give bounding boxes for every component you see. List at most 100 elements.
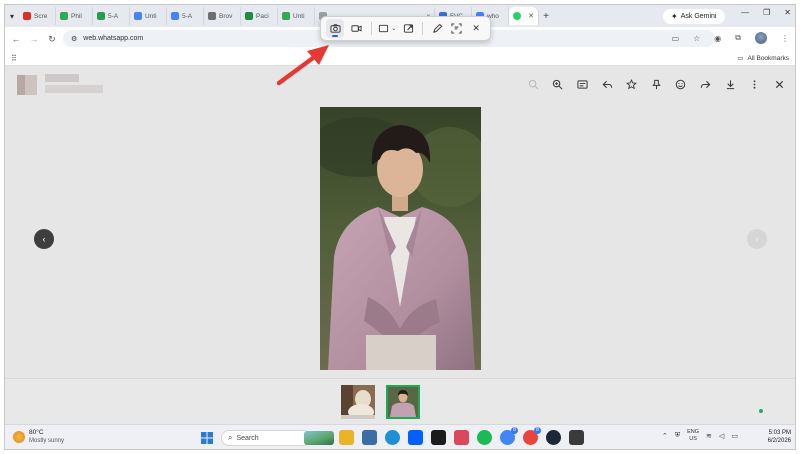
volume-icon[interactable]: ◁ bbox=[719, 432, 724, 440]
close-icon[interactable]: ✕ bbox=[467, 19, 485, 38]
taskbar: 80°C Mostly sunny ⌕ Search 8 8 ⌃ ⛨ ENG U… bbox=[5, 424, 795, 449]
paint-icon[interactable] bbox=[454, 430, 469, 445]
spotify-icon[interactable] bbox=[477, 430, 492, 445]
video-icon[interactable] bbox=[346, 19, 365, 38]
zoom-in-icon[interactable] bbox=[546, 76, 571, 92]
browser-tab[interactable]: 5-A bbox=[167, 7, 204, 25]
media-thumbnail[interactable] bbox=[341, 385, 375, 419]
tab-title: Brov bbox=[219, 12, 233, 20]
tab-favicon bbox=[23, 12, 31, 20]
clock-time: 5:03 PM bbox=[768, 430, 791, 436]
photo-portrait bbox=[320, 107, 481, 370]
chevron-up-icon[interactable]: ⌃ bbox=[662, 432, 668, 440]
browser-tab[interactable]: Unti bbox=[278, 7, 315, 25]
download-icon[interactable] bbox=[718, 76, 743, 92]
new-tab-button[interactable]: + bbox=[539, 11, 553, 22]
search-icon[interactable] bbox=[521, 76, 546, 92]
media-viewer: ‹ › bbox=[5, 66, 795, 378]
security-icon[interactable]: ⛨ bbox=[675, 432, 680, 440]
browser-tab[interactable]: Brov bbox=[204, 7, 241, 25]
forward-icon[interactable] bbox=[693, 76, 718, 92]
search-icon: ⌕ bbox=[228, 433, 233, 442]
notification-badge: 8 bbox=[511, 427, 518, 434]
forward-icon[interactable]: → bbox=[25, 34, 43, 44]
cast-icon[interactable]: ▭ bbox=[672, 34, 680, 43]
profile-avatar[interactable] bbox=[755, 32, 767, 44]
more-icon[interactable] bbox=[742, 76, 767, 92]
reply-icon[interactable] bbox=[595, 76, 620, 92]
windows-start-icon[interactable] bbox=[201, 432, 213, 444]
clock[interactable]: 5:03 PM 6/2/2026 bbox=[757, 429, 791, 445]
bookmarks-bar: ⠿ ▭ All Bookmarks bbox=[5, 51, 795, 66]
close-window-icon[interactable]: ✕ bbox=[784, 8, 791, 17]
chevron-right-icon: › bbox=[755, 234, 759, 244]
browser-tab-active[interactable]: ✕ bbox=[509, 7, 539, 25]
browser-menu-icon[interactable]: ⋮ bbox=[781, 34, 789, 43]
edge-icon[interactable] bbox=[385, 430, 400, 445]
minimize-icon[interactable]: — bbox=[741, 8, 749, 17]
taskbar-apps: 8 8 bbox=[339, 427, 584, 445]
address-text: web.whatsapp.com bbox=[83, 35, 144, 42]
close-viewer-icon[interactable] bbox=[767, 76, 792, 92]
caption-icon[interactable] bbox=[570, 76, 595, 92]
tab-favicon bbox=[282, 12, 290, 20]
dropbox-icon[interactable] bbox=[408, 430, 423, 445]
media-thumbnail-selected[interactable] bbox=[386, 385, 420, 419]
chrome-icon[interactable]: 8 bbox=[500, 427, 518, 445]
previous-media-button[interactable]: ‹ bbox=[34, 229, 54, 249]
system-tray: ⌃ ⛨ ENG US ≋ ◁ ▭ bbox=[662, 429, 738, 443]
site-info-icon[interactable]: ⚙ bbox=[71, 35, 77, 43]
photo-main[interactable] bbox=[320, 107, 481, 370]
tab-title: Unti bbox=[293, 12, 305, 20]
pin-icon[interactable] bbox=[644, 76, 669, 92]
search-highlight-image[interactable] bbox=[304, 431, 334, 445]
pen-icon[interactable] bbox=[428, 19, 446, 38]
tab-search-icon[interactable]: ▾ bbox=[5, 12, 19, 21]
star-icon[interactable] bbox=[619, 76, 644, 92]
browser-tab[interactable]: Unti bbox=[130, 7, 167, 25]
clock-date: 6/2/2026 bbox=[767, 438, 791, 444]
weather-widget[interactable]: 80°C Mostly sunny bbox=[13, 429, 64, 445]
snipping-toolbar: ⌄ ✕ bbox=[320, 16, 491, 41]
emoji-icon[interactable] bbox=[669, 76, 694, 92]
extensions-icon[interactable]: ⧉ bbox=[735, 33, 741, 43]
weather-text: 80°C Mostly sunny bbox=[29, 429, 64, 445]
back-icon[interactable]: ← bbox=[7, 34, 25, 44]
stocks-icon[interactable] bbox=[431, 430, 446, 445]
windows-logo bbox=[201, 432, 213, 444]
next-media-button[interactable]: › bbox=[747, 229, 767, 249]
ask-gemini-label: Ask Gemini bbox=[680, 13, 717, 20]
language-indicator[interactable]: ENG US bbox=[687, 429, 699, 443]
browser-tab[interactable]: Phil bbox=[56, 7, 93, 25]
ask-gemini-button[interactable]: ✦ Ask Gemini bbox=[663, 9, 725, 24]
window-icon[interactable] bbox=[400, 19, 418, 38]
sender-timestamp-blurred bbox=[45, 85, 103, 93]
screenshot-icon[interactable]: ◉ bbox=[714, 34, 721, 43]
whatsapp-icon bbox=[513, 12, 521, 20]
file-explorer-icon[interactable] bbox=[339, 430, 354, 445]
restore-icon[interactable]: ❐ bbox=[763, 8, 770, 17]
tab-close-icon[interactable]: ✕ bbox=[528, 12, 534, 20]
sender-avatar[interactable] bbox=[17, 75, 37, 95]
wifi-icon[interactable]: ≋ bbox=[706, 432, 712, 440]
browser-tab[interactable]: Scre bbox=[19, 7, 56, 25]
chrome-profile-icon[interactable]: 8 bbox=[523, 427, 541, 445]
taskbar-search[interactable]: ⌕ Search bbox=[221, 430, 311, 446]
window-controls: — ❐ ✕ bbox=[741, 8, 791, 17]
browser-tab[interactable]: 5-A bbox=[93, 7, 130, 25]
viewer-actions bbox=[521, 76, 792, 92]
steam-icon[interactable] bbox=[546, 430, 561, 445]
all-bookmarks-button[interactable]: ▭ All Bookmarks bbox=[737, 54, 789, 63]
tab-title: Paci bbox=[256, 12, 269, 20]
rectangle-icon[interactable]: ⌄ bbox=[377, 19, 398, 38]
reload-icon[interactable]: ↻ bbox=[43, 34, 61, 45]
bookmark-star-icon[interactable]: ☆ bbox=[693, 34, 700, 43]
battery-icon[interactable]: ▭ bbox=[731, 432, 738, 440]
tab-title: 5-A bbox=[182, 12, 193, 20]
tab-favicon bbox=[245, 12, 253, 20]
browser-tab[interactable]: Paci bbox=[241, 7, 278, 25]
notepad-icon[interactable] bbox=[362, 430, 377, 445]
text-recognition-icon[interactable] bbox=[448, 19, 466, 38]
apps-grid-icon[interactable]: ⠿ bbox=[11, 54, 17, 63]
app-icon[interactable] bbox=[569, 430, 584, 445]
